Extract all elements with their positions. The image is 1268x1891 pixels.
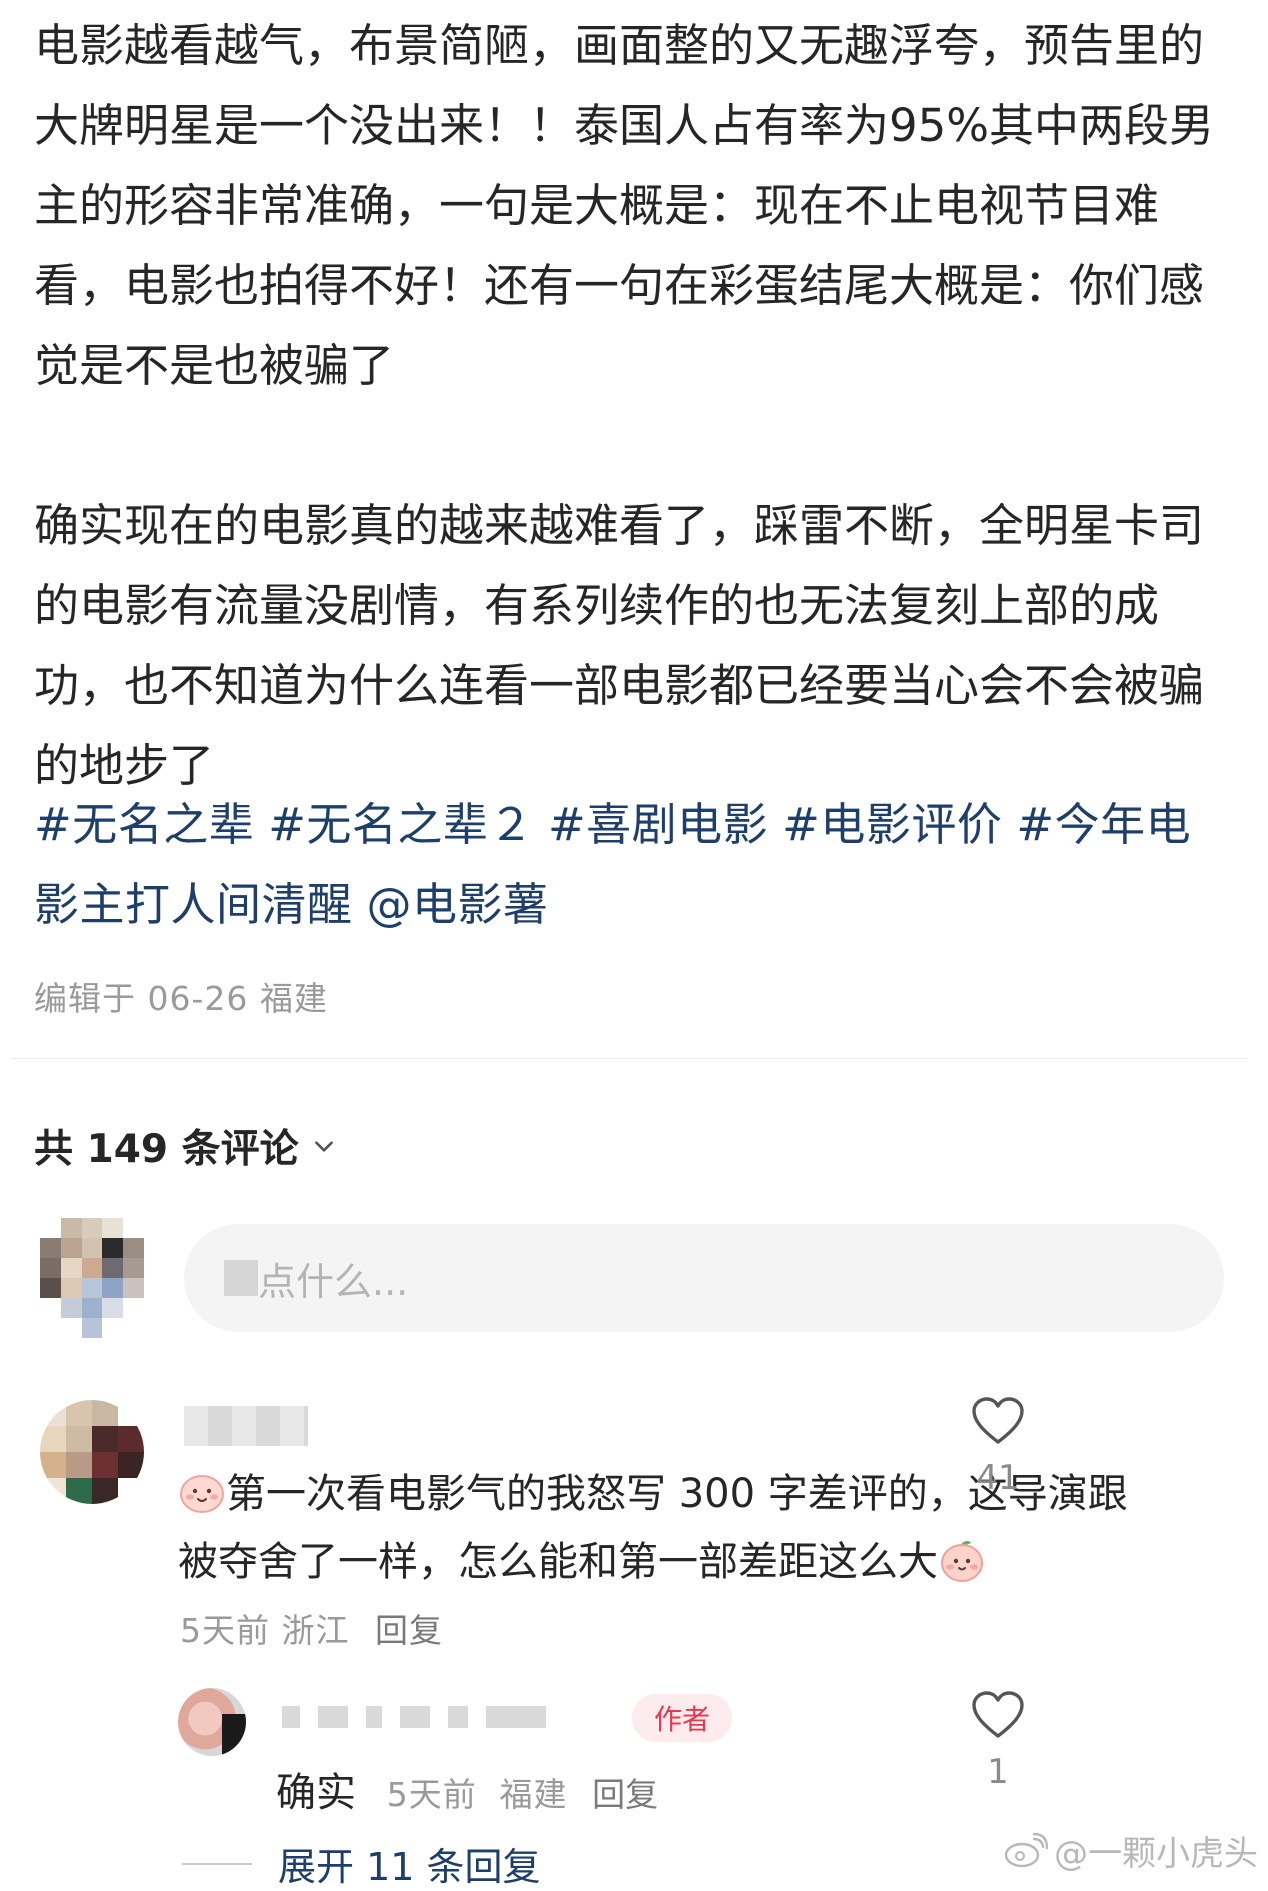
- comment-time: 5天前: [180, 1611, 270, 1650]
- peach-face-emoji-icon: [941, 1541, 983, 1582]
- hashtag-link[interactable]: #电影评价: [782, 798, 1002, 851]
- reply-location: 福建: [499, 1775, 568, 1814]
- hashtag-link[interactable]: #喜剧电影: [548, 798, 768, 851]
- comments-count: 共 149 条评论: [34, 1127, 299, 1172]
- smiling-face-emoji-icon: [180, 1475, 224, 1513]
- expand-replies-label: 展开 11 条回复: [278, 1845, 541, 1889]
- commenter-name-blurred[interactable]: [184, 1406, 308, 1446]
- comments-sort-toggle[interactable]: 共 149 条评论: [34, 1118, 337, 1174]
- heart-icon: [972, 1691, 1024, 1738]
- post-paragraph: 确实现在的电影真的越来越难看了，踩雷不断，全明星卡司的电影有流量没剧情，有系列续…: [34, 499, 1205, 792]
- like-button[interactable]: 41: [953, 1396, 1043, 1498]
- commenter-avatar[interactable]: [40, 1400, 144, 1504]
- post-edit-info: 编辑于 06-26 福建: [34, 979, 328, 1018]
- comment-input-placeholder: 点什么...: [258, 1259, 409, 1304]
- watermark: @一颗小虎头: [1004, 1826, 1258, 1875]
- post-tags: #无名之辈 #无名之辈２ #喜剧电影 #电影评价 #今年电影主打人间清醒 @电影薯: [34, 785, 1234, 945]
- avatar: [40, 1218, 144, 1338]
- reply-button[interactable]: 回复: [375, 1611, 443, 1650]
- divider: [10, 1058, 1248, 1059]
- watermark-text: @一颗小虎头: [1054, 1834, 1258, 1874]
- post-body: 电影越看越气，布景简陋，画面整的又无趣浮夸，预告里的大牌明星是一个没出来！！泰国…: [34, 6, 1224, 806]
- reply-text: 确实: [276, 1770, 356, 1816]
- hashtag-link[interactable]: #无名之辈２: [268, 798, 534, 851]
- author-badge: 作者: [632, 1694, 732, 1742]
- hashtag-link[interactable]: #无名之辈: [34, 798, 254, 851]
- replier-avatar[interactable]: [178, 1688, 246, 1756]
- chevron-down-icon: [314, 1141, 333, 1152]
- divider: [182, 1862, 252, 1865]
- expand-replies-button[interactable]: 展开 11 条回复: [182, 1836, 541, 1891]
- comment-input[interactable]: 点什么...: [184, 1224, 1224, 1332]
- mention-link[interactable]: @电影薯: [367, 878, 549, 931]
- post-paragraph: 电影越看越气，布景简陋，画面整的又无趣浮夸，预告里的大牌明星是一个没出来！！泰国…: [34, 19, 1215, 392]
- like-count: 1: [987, 1752, 1009, 1792]
- reply-time: 5天前: [386, 1775, 477, 1814]
- like-count: 41: [976, 1458, 1020, 1498]
- blurred-text: [224, 1260, 258, 1296]
- comment-location: 浙江: [281, 1611, 350, 1650]
- reply-content: 确实 5天前 福建 回复: [276, 1760, 658, 1818]
- weibo-logo-icon: [1004, 1832, 1048, 1867]
- replier-name-blurred[interactable]: [282, 1704, 546, 1730]
- comment-meta: 5天前 浙江 回复: [180, 1604, 443, 1652]
- heart-icon: [972, 1397, 1024, 1444]
- reply-button[interactable]: 回复: [592, 1775, 658, 1814]
- like-button[interactable]: 1: [953, 1690, 1043, 1792]
